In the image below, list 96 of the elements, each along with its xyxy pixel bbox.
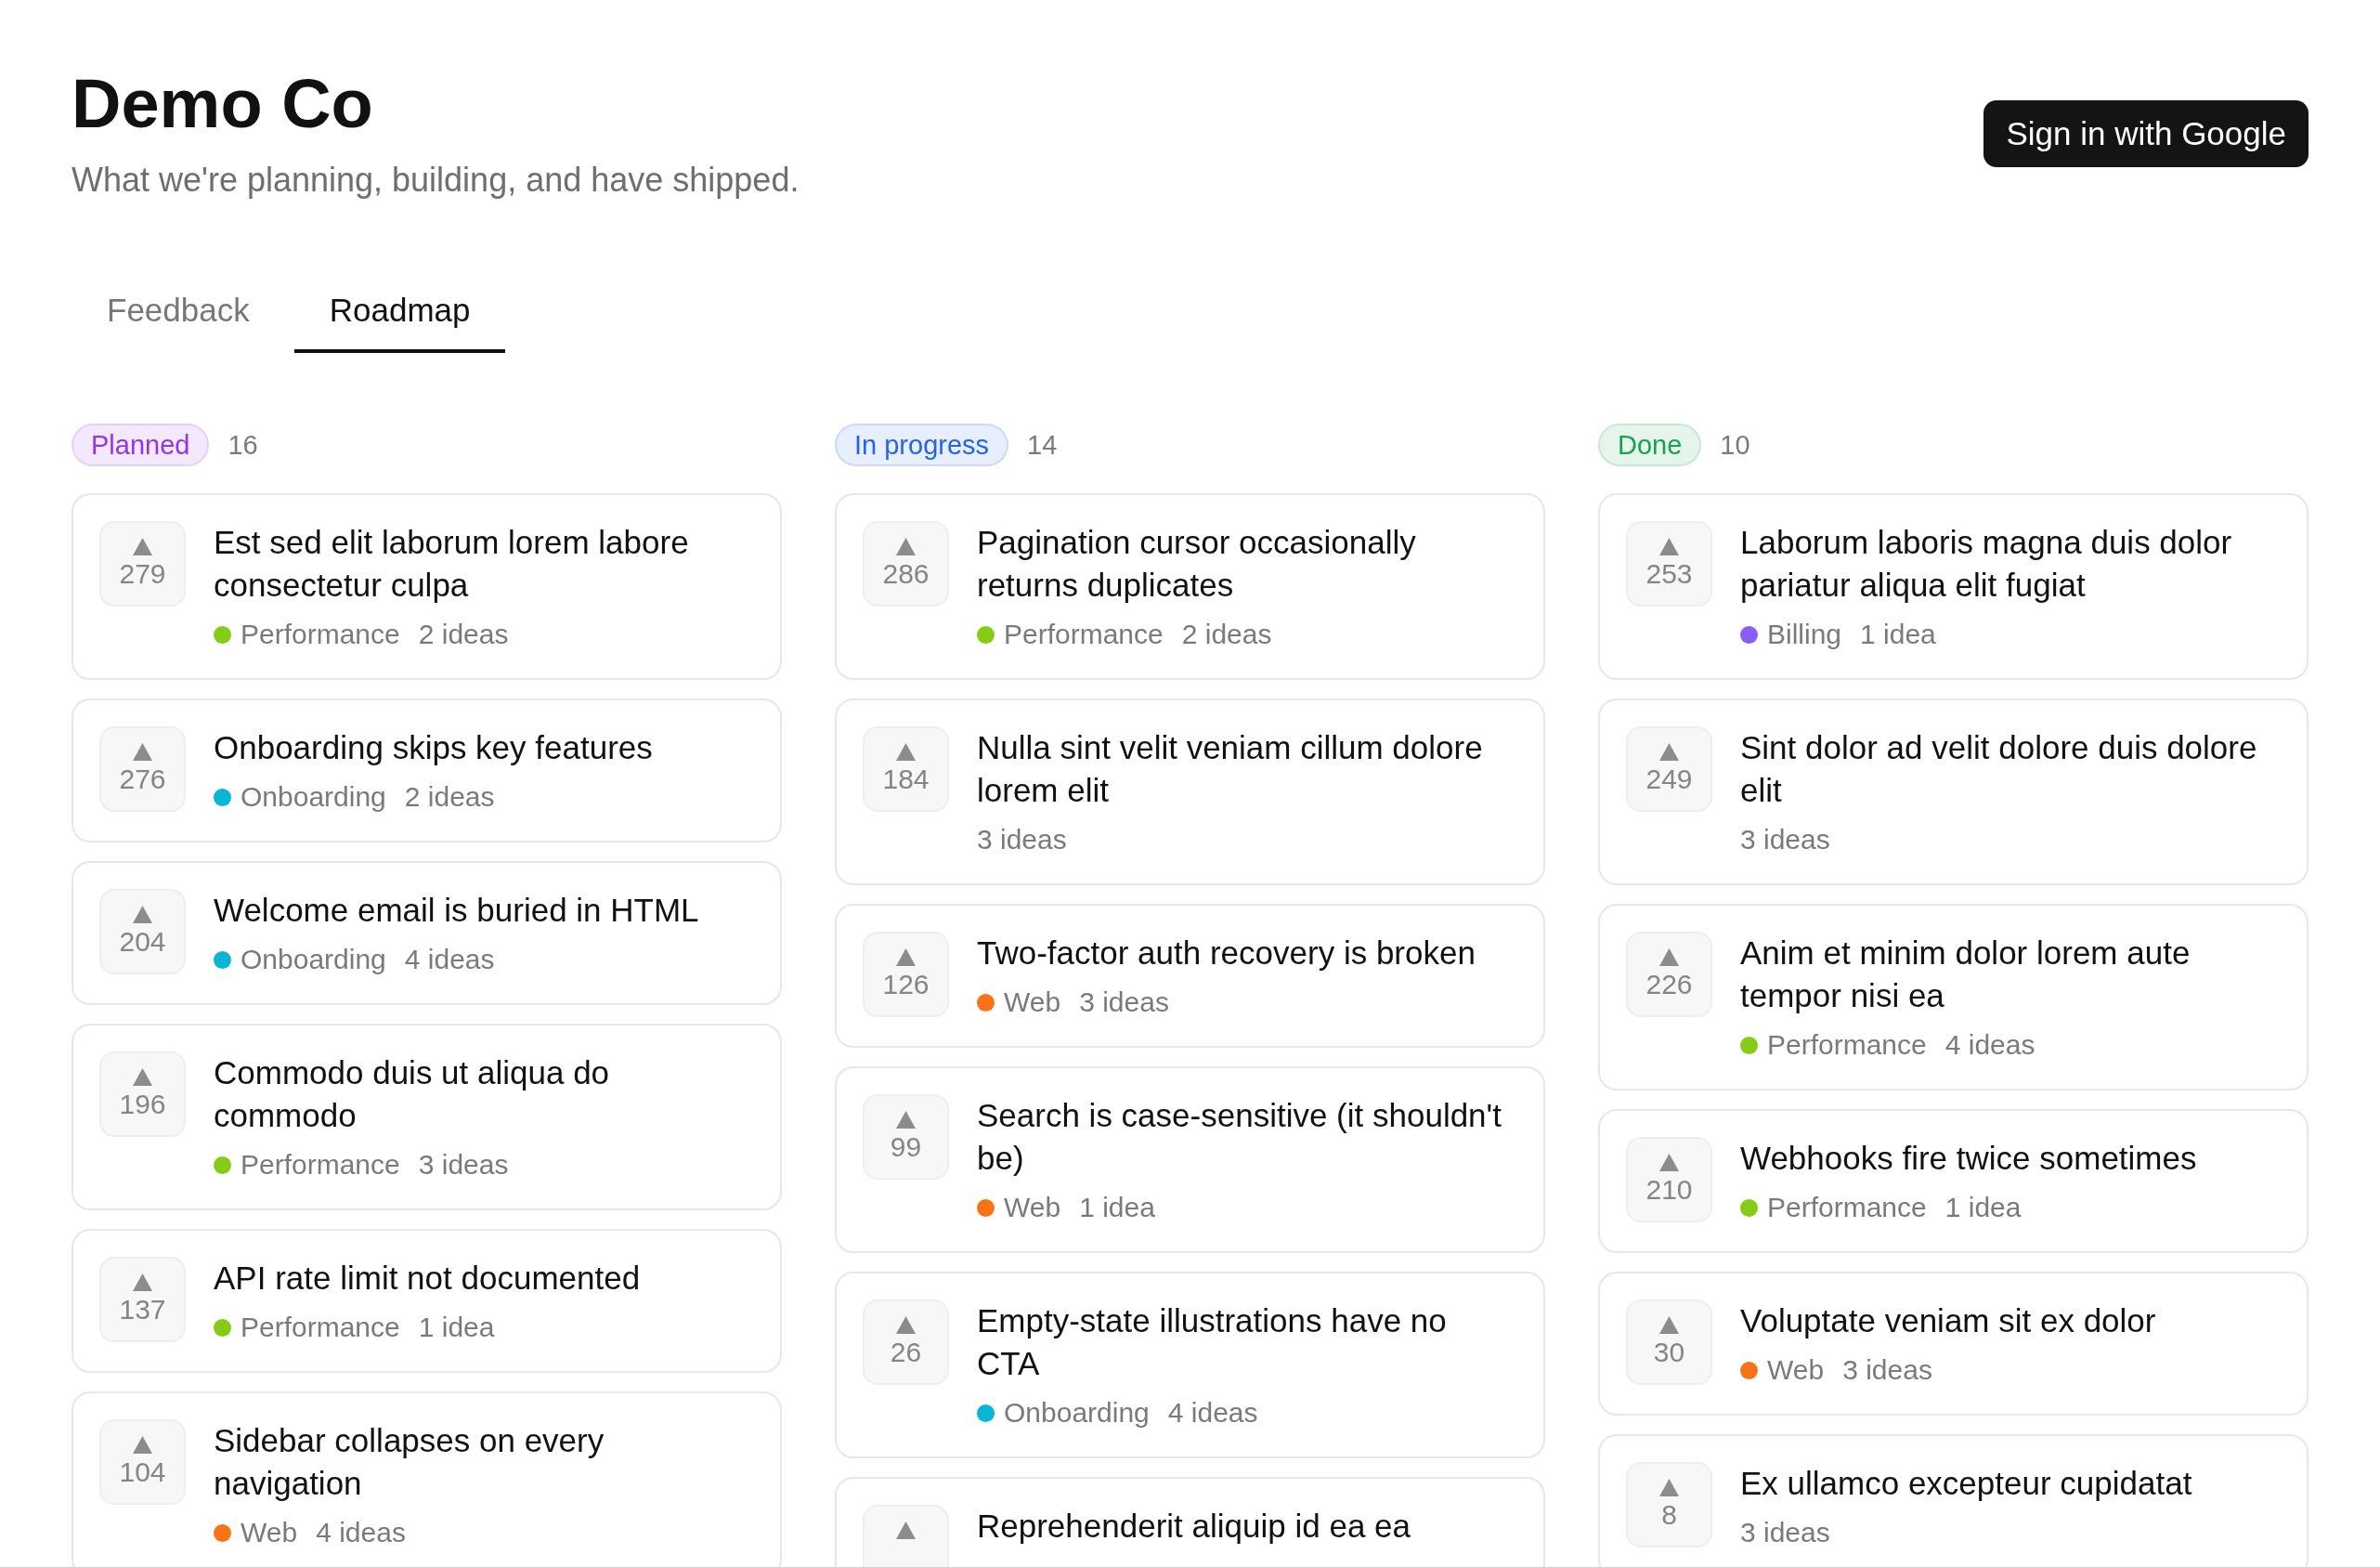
upvote-button[interactable]: 104 <box>99 1419 186 1505</box>
upvote-button[interactable]: 184 <box>863 726 949 812</box>
upvote-button[interactable]: 137 <box>99 1257 186 1342</box>
up-triangle-icon <box>133 1273 152 1291</box>
upvote-button[interactable] <box>863 1505 949 1567</box>
category-label: Onboarding <box>241 780 386 814</box>
column-count: 10 <box>1720 429 1750 462</box>
sign-in-button[interactable]: Sign in with Google <box>1983 100 2308 167</box>
up-triangle-icon <box>896 538 916 555</box>
upvote-button[interactable]: 276 <box>99 726 186 812</box>
up-triangle-icon <box>133 538 152 555</box>
idea-title: Reprehenderit aliquip id ea ea <box>977 1507 1411 1546</box>
upvote-button[interactable]: 26 <box>863 1299 949 1385</box>
category-label: Performance <box>241 1148 400 1182</box>
idea-count: 3 ideas <box>1740 1516 1830 1549</box>
idea-count: 2 ideas <box>404 780 495 814</box>
upvote-button[interactable]: 126 <box>863 932 949 1017</box>
upvote-button[interactable]: 8 <box>1626 1462 1712 1547</box>
upvote-button[interactable]: 279 <box>99 521 186 607</box>
up-triangle-icon <box>896 1316 916 1334</box>
idea-count: 3 ideas <box>418 1148 509 1182</box>
up-triangle-icon <box>1659 538 1679 555</box>
category-label: Onboarding <box>241 943 386 976</box>
idea-count: 3 ideas <box>1842 1353 1932 1387</box>
idea-title: Webhooks fire twice sometimes <box>1740 1139 2198 1178</box>
idea-title: Search is case-sensitive (it shouldn't be) <box>977 1096 1502 1178</box>
idea-count: 1 idea <box>1079 1191 1155 1224</box>
column-count: 14 <box>1027 429 1058 462</box>
idea-count: 3 ideas <box>1740 823 1830 856</box>
category-label: Onboarding <box>1004 1396 1150 1430</box>
column-count: 16 <box>228 429 258 462</box>
category-label: Performance <box>1004 618 1164 651</box>
idea-title: Laborum laboris magna duis dolor pariatur aliqua elit fugiat <box>1740 523 2233 605</box>
idea-count: 1 idea <box>1944 1191 2022 1224</box>
up-triangle-icon <box>1659 1316 1679 1334</box>
up-triangle-icon <box>133 743 152 761</box>
idea-title: Commodo duis ut aliqua do commodo <box>214 1053 611 1135</box>
upvote-button[interactable]: 226 <box>1626 932 1712 1017</box>
idea-count: 4 ideas <box>1167 1396 1258 1430</box>
up-triangle-icon <box>896 1111 916 1129</box>
category-label: Web <box>1767 1353 1825 1387</box>
category-label: Performance <box>241 1311 400 1344</box>
category-label: Performance <box>241 618 400 651</box>
idea-title: Est sed elit laborum lorem labore consectetur culpa <box>214 523 690 605</box>
idea-count: 4 ideas <box>1944 1028 2035 1062</box>
category-label: Web <box>1004 986 1061 1019</box>
page-title: Demo Co <box>72 65 374 143</box>
category-label: Performance <box>1767 1191 1927 1224</box>
upvote-button[interactable]: 99 <box>863 1094 949 1180</box>
up-triangle-icon <box>1659 948 1679 966</box>
category-label: Web <box>1004 1191 1061 1224</box>
idea-title: Anim et minim dolor lorem aute tempor nisi ea <box>1740 934 2191 1015</box>
idea-count: 2 ideas <box>418 618 509 651</box>
up-triangle-icon <box>896 743 916 761</box>
idea-title: Ex ullamco excepteur cupidatat <box>1740 1464 2193 1503</box>
up-triangle-icon <box>133 1436 152 1454</box>
upvote-button[interactable]: 286 <box>863 521 949 607</box>
category-label: Web <box>241 1516 298 1549</box>
idea-title: Two-factor auth recovery is broken <box>977 934 1476 973</box>
status-badge: In progress <box>835 424 1009 466</box>
idea-title: Onboarding skips key features <box>214 728 654 767</box>
idea-title: Voluptate veniam sit ex dolor <box>1740 1301 2157 1340</box>
idea-count: 1 idea <box>1860 618 1936 651</box>
idea-title: Welcome email is buried in HTML <box>214 891 700 930</box>
up-triangle-icon <box>133 906 152 923</box>
up-triangle-icon <box>896 948 916 966</box>
idea-count: 4 ideas <box>404 943 495 976</box>
idea-title: Pagination cursor occasionally returns duplicates <box>977 523 1417 605</box>
category-label: Billing <box>1767 618 1842 651</box>
up-triangle-icon <box>1659 1479 1679 1496</box>
up-triangle-icon <box>1659 743 1679 761</box>
idea-title: Empty-state illustrations have no CTA <box>977 1301 1448 1383</box>
upvote-button[interactable]: 210 <box>1626 1137 1712 1222</box>
idea-title: Nulla sint velit veniam cillum dolore lorem elit <box>977 728 1484 810</box>
idea-count: 3 ideas <box>1079 986 1169 1019</box>
idea-title: Sint dolor ad velit dolore duis dolore elit <box>1740 728 2258 810</box>
upvote-button[interactable]: 249 <box>1626 726 1712 812</box>
idea-count: 1 idea <box>418 1311 495 1344</box>
idea-count: 2 ideas <box>1181 618 1272 651</box>
category-label: Performance <box>1767 1028 1927 1062</box>
tab[interactable]: Roadmap <box>293 281 506 353</box>
upvote-button[interactable]: 196 <box>99 1051 186 1137</box>
upvote-button[interactable]: 253 <box>1626 521 1712 607</box>
status-badge: Planned <box>72 424 210 466</box>
idea-title: Sidebar collapses on every navigation <box>214 1421 605 1503</box>
up-triangle-icon <box>133 1068 152 1086</box>
idea-count: 4 ideas <box>316 1516 406 1549</box>
status-badge: Done <box>1598 424 1702 466</box>
upvote-button[interactable]: 204 <box>99 889 186 974</box>
up-triangle-icon <box>1659 1154 1679 1171</box>
page-subtitle: What we're planning, building, and have shipped. <box>72 160 800 201</box>
idea-count: 3 ideas <box>977 823 1067 856</box>
up-triangle-icon <box>896 1521 916 1539</box>
idea-title: API rate limit not documented <box>214 1259 642 1298</box>
tab[interactable]: Feedback <box>72 281 285 353</box>
upvote-button[interactable]: 30 <box>1626 1299 1712 1385</box>
